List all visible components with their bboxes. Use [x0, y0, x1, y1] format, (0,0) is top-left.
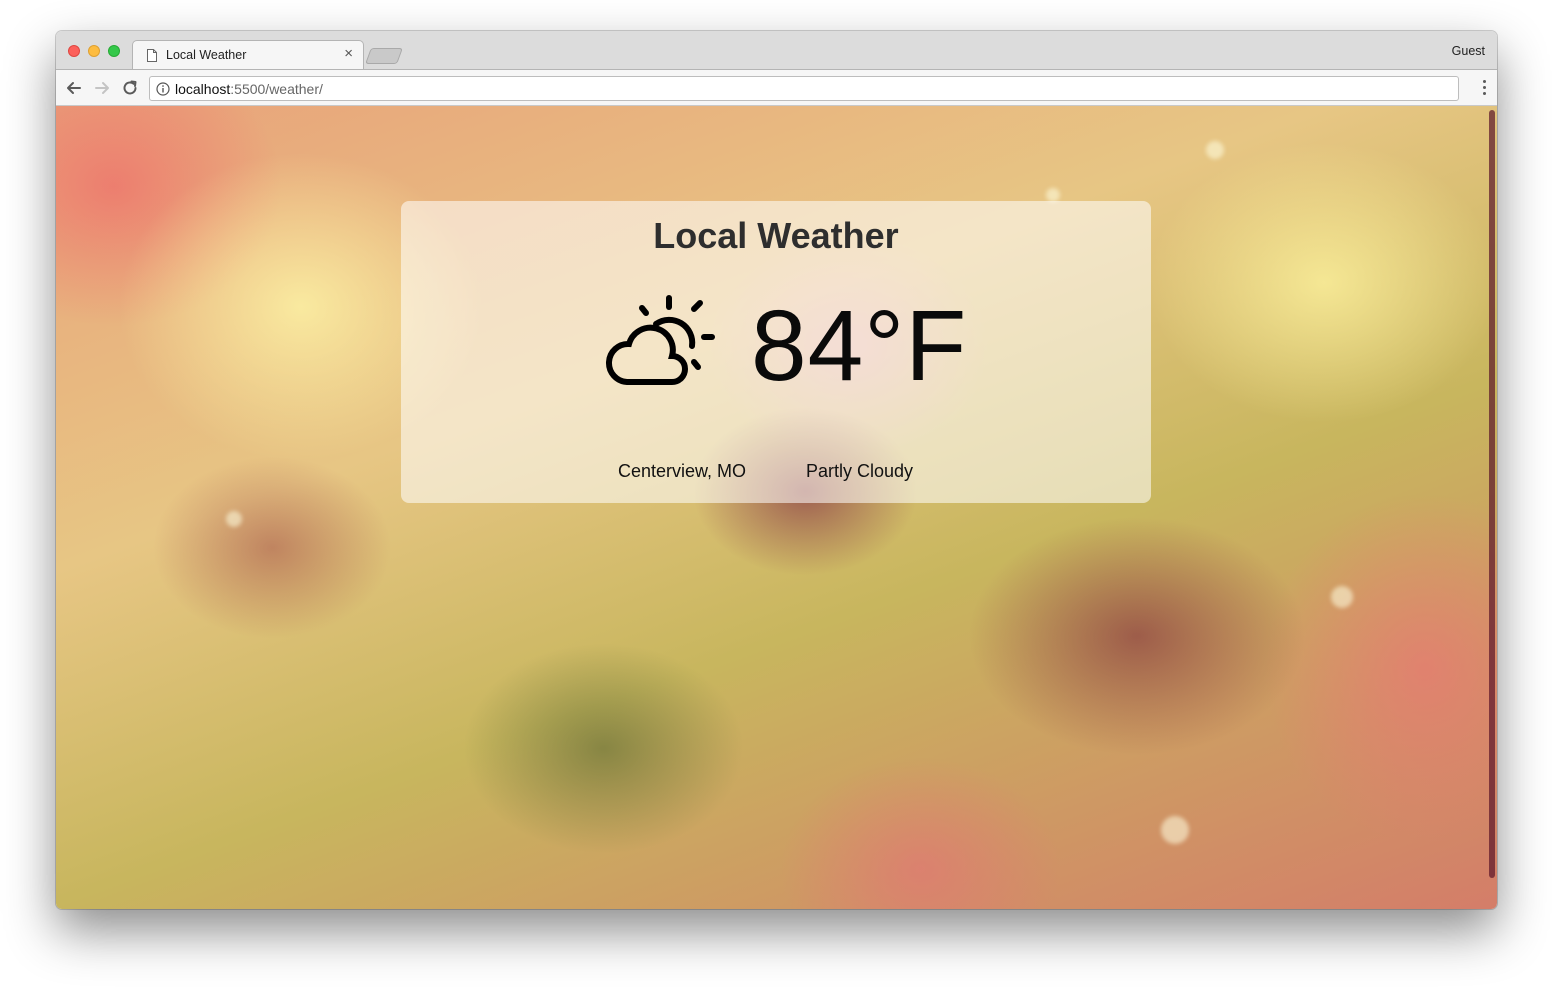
more-menu-icon[interactable] — [1483, 80, 1487, 96]
condition-label: Partly Cloudy — [806, 461, 914, 481]
background-bokeh — [1046, 188, 1060, 202]
page-viewport: Local Weather 84°F Centerview, MO Partly… — [56, 106, 1497, 909]
partly-cloudy-icon — [605, 295, 715, 385]
tab-title: Local Weather — [166, 48, 247, 62]
new-tab-button[interactable] — [365, 48, 403, 64]
forward-arrow-icon[interactable] — [92, 78, 112, 98]
browser-window: Local Weather × Guest localhost:5500/wea… — [56, 31, 1497, 909]
background-bokeh — [226, 511, 242, 527]
scrollbar-thumb[interactable] — [1489, 110, 1495, 878]
tab-close-icon[interactable]: × — [344, 46, 353, 62]
zoom-window-button[interactable] — [108, 45, 120, 57]
tab-strip: Local Weather × Guest — [56, 31, 1497, 69]
url-host: localhost — [175, 81, 231, 97]
close-window-button[interactable] — [68, 45, 80, 57]
weather-card: Local Weather 84°F Centerview, MO Partly… — [401, 201, 1151, 503]
tab-local-weather[interactable]: Local Weather × — [132, 40, 364, 69]
page-title: Local Weather — [653, 215, 899, 256]
address-bar[interactable]: localhost:5500/weather/ — [149, 76, 1459, 101]
reload-icon[interactable] — [120, 78, 140, 98]
background-bokeh — [1331, 586, 1353, 608]
url-path: :5500/weather/ — [230, 81, 323, 97]
page-icon — [147, 49, 157, 62]
url-text[interactable]: localhost:5500/weather/ — [175, 81, 323, 97]
vertical-scrollbar[interactable] — [1486, 106, 1497, 909]
minimize-window-button[interactable] — [88, 45, 100, 57]
background-bokeh — [1161, 816, 1189, 844]
temperature-readout: 84°F — [751, 290, 968, 402]
browser-toolbar: localhost:5500/weather/ — [56, 69, 1497, 106]
profile-button[interactable]: Guest — [1452, 44, 1485, 58]
location-label: Centerview, MO — [618, 461, 747, 481]
background-bokeh — [1206, 141, 1224, 159]
back-arrow-icon[interactable] — [64, 78, 84, 98]
info-icon[interactable] — [156, 82, 170, 96]
